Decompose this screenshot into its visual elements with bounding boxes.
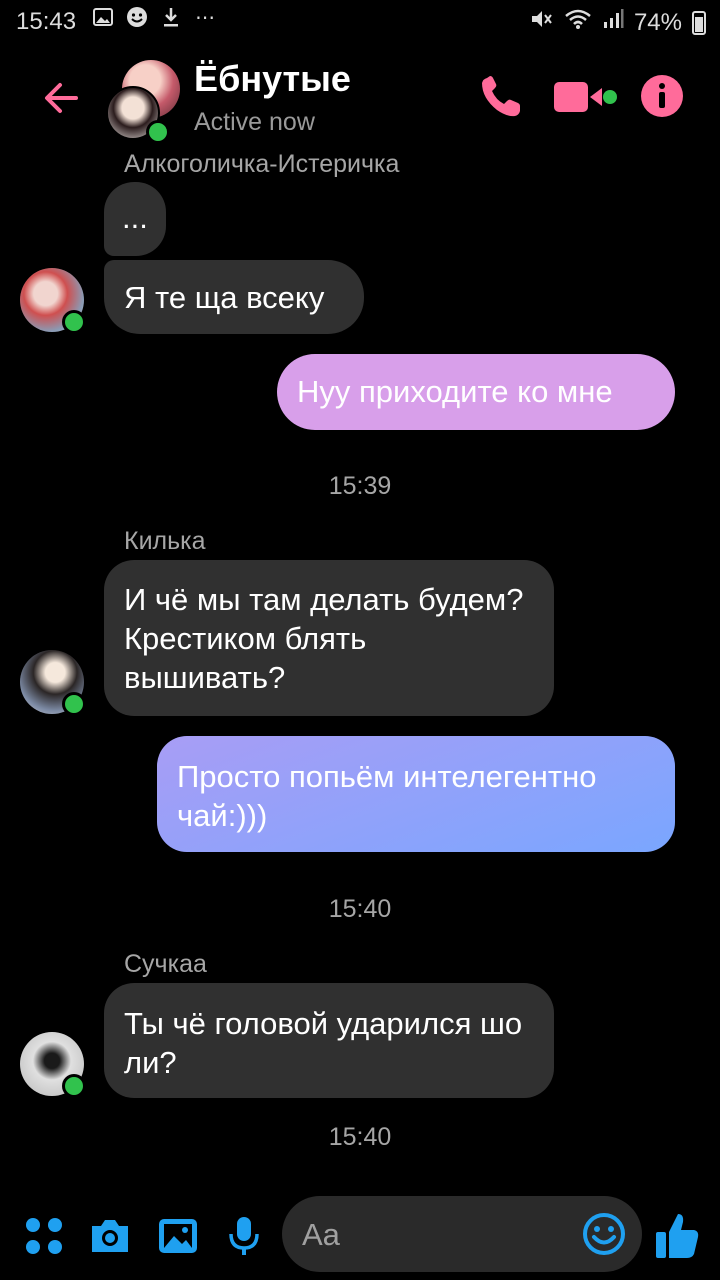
online-indicator (62, 310, 86, 334)
timestamp: 15:39 (328, 472, 392, 500)
info-button[interactable] (640, 74, 684, 118)
chat-title[interactable]: Ёбнутые (194, 58, 351, 100)
phone-icon (482, 76, 520, 117)
timestamp: 15:40 (328, 895, 392, 923)
message-input[interactable] (300, 1208, 574, 1262)
incoming-message[interactable]: ... (104, 182, 166, 256)
status-right-icons: 74% (530, 8, 706, 37)
signal-icon (602, 8, 624, 37)
chat-header: Ёбнутые Active now (0, 44, 720, 150)
chat-active-status: Active now (194, 108, 315, 136)
incoming-message[interactable]: Я те ща всеку (104, 260, 364, 334)
sender-name: Сучкаа (124, 950, 207, 978)
battery-icon (692, 10, 706, 35)
timestamp: 15:40 (328, 1123, 392, 1151)
gallery-button[interactable] (156, 1214, 200, 1258)
status-bar: 15:43 ⋯ 74% (0, 0, 720, 44)
microphone-icon (229, 1217, 259, 1255)
incoming-message[interactable]: И чё мы там делать будем? Крестиком блят… (104, 560, 554, 716)
four-dots-icon (26, 1218, 62, 1254)
camera-icon (92, 1220, 128, 1252)
more-dots-icon: ⋯ (195, 6, 215, 29)
sender-name: Алкоголичка-Истеричка (124, 150, 400, 178)
mute-icon (530, 8, 554, 37)
incoming-message[interactable]: Ты чё головой ударился шо ли? (104, 983, 554, 1098)
voice-message-button[interactable] (222, 1214, 266, 1258)
outgoing-message[interactable]: Просто попьём интелегентно чай:))) (157, 736, 675, 852)
message-text: Нуу приходите ко мне (297, 374, 613, 409)
back-button[interactable] (38, 74, 86, 122)
more-actions-button[interactable] (22, 1214, 66, 1258)
video-call-button[interactable] (552, 72, 622, 122)
outgoing-message[interactable]: Нуу приходите ко мне (277, 354, 675, 430)
thumbs-up-icon (656, 1214, 699, 1258)
sender-name: Килька (124, 527, 206, 555)
back-arrow-icon (45, 83, 78, 113)
online-indicator (62, 692, 86, 716)
battery-percent: 74% (633, 8, 682, 36)
message-text: Ты чё головой ударился шо ли? (124, 1006, 523, 1080)
info-icon (641, 75, 683, 117)
status-time: 15:43 (16, 8, 77, 35)
group-avatar[interactable] (106, 60, 188, 144)
message-text: Просто попьём интелегентно чай:))) (177, 759, 597, 833)
emoji-picker-icon[interactable] (582, 1212, 626, 1256)
online-indicator (146, 120, 170, 144)
gallery-icon (92, 6, 114, 28)
message-text: И чё мы там делать будем? Крестиком блят… (124, 582, 524, 695)
message-text: ... (122, 200, 148, 235)
like-button[interactable] (654, 1210, 700, 1260)
download-icon (160, 6, 182, 28)
video-camera-icon (554, 82, 617, 112)
camera-button[interactable] (88, 1214, 132, 1258)
online-indicator (62, 1074, 86, 1098)
message-composer[interactable] (282, 1196, 642, 1272)
emoji-icon (126, 6, 148, 28)
status-left-icons: ⋯ (92, 6, 216, 29)
image-icon (159, 1219, 197, 1253)
voice-call-button[interactable] (476, 72, 526, 122)
wifi-icon (564, 8, 592, 37)
message-text: Я те ща всеку (124, 280, 325, 315)
